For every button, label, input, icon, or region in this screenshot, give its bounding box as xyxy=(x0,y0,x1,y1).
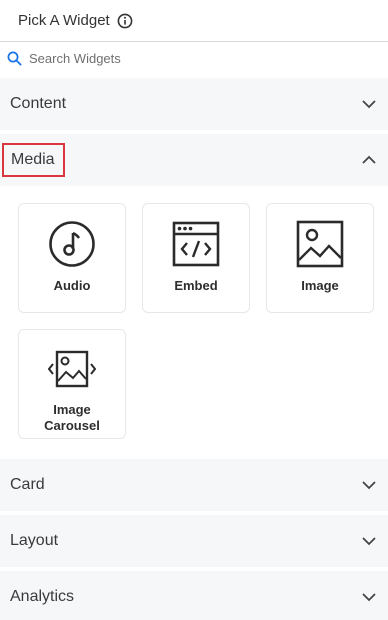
search-icon xyxy=(7,51,22,66)
chevron-up-icon xyxy=(361,152,377,168)
image-icon xyxy=(296,220,344,268)
section-card-label: Card xyxy=(10,476,45,493)
section-analytics[interactable]: Analytics xyxy=(0,571,388,620)
info-icon[interactable] xyxy=(117,13,133,29)
section-media[interactable]: Media xyxy=(0,134,388,186)
section-content[interactable]: Content xyxy=(0,78,388,130)
section-media-label: Media xyxy=(11,151,55,168)
section-layout-label: Layout xyxy=(10,532,59,549)
chevron-down-icon xyxy=(361,96,377,112)
section-content-label: Content xyxy=(10,95,67,112)
image-carousel-icon xyxy=(48,350,96,388)
search-bar xyxy=(0,43,388,73)
section-card[interactable]: Card xyxy=(0,459,388,511)
media-widget-grid: Audio Embed Image Image Carousel xyxy=(0,187,388,457)
chevron-down-icon xyxy=(361,533,377,549)
widget-embed-label: Embed xyxy=(174,278,218,293)
widget-image-carousel[interactable]: Image Carousel xyxy=(18,329,126,439)
search-input[interactable] xyxy=(29,50,369,66)
widget-audio[interactable]: Audio xyxy=(18,203,126,313)
audio-icon xyxy=(48,220,96,268)
widget-image-label: Image xyxy=(301,278,339,293)
chevron-down-icon xyxy=(361,477,377,493)
widget-image[interactable]: Image xyxy=(266,203,374,313)
section-analytics-label: Analytics xyxy=(10,588,75,605)
media-highlight-box: Media xyxy=(2,143,65,177)
widget-audio-label: Audio xyxy=(53,278,91,293)
panel-header: Pick A Widget xyxy=(0,0,388,42)
section-layout[interactable]: Layout xyxy=(0,515,388,567)
widget-embed[interactable]: Embed xyxy=(142,203,250,313)
widget-image-carousel-label: Image Carousel xyxy=(44,402,100,433)
chevron-down-icon xyxy=(361,589,377,605)
embed-icon xyxy=(172,220,220,268)
panel-title: Pick A Widget xyxy=(18,12,110,29)
